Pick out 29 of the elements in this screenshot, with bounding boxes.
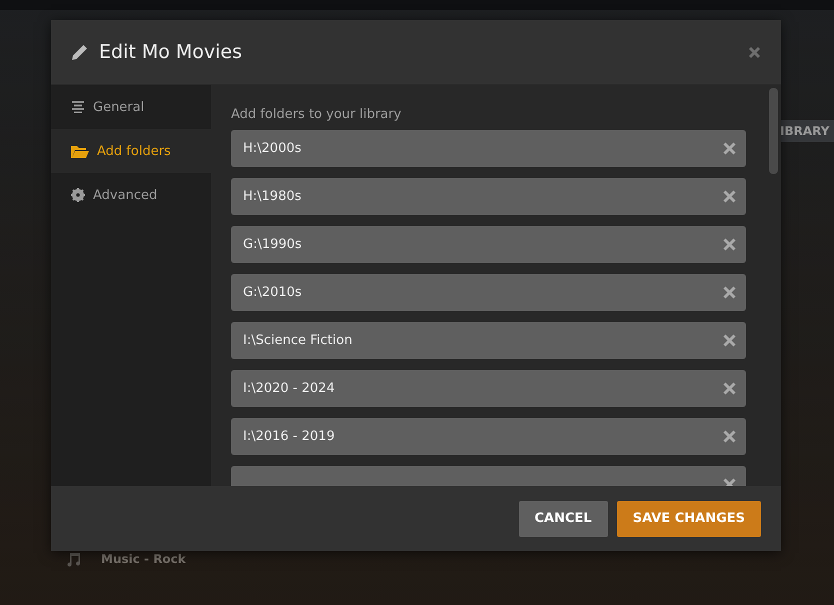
folder-path: G:\1990s	[243, 237, 302, 252]
library-item[interactable]: Music - Rock	[101, 552, 186, 566]
remove-icon[interactable]	[723, 190, 736, 203]
remove-icon[interactable]	[723, 142, 736, 155]
music-note-icon	[66, 551, 82, 567]
remove-icon[interactable]	[723, 238, 736, 251]
remove-icon[interactable]	[723, 382, 736, 395]
cancel-button[interactable]: CANCEL	[518, 500, 608, 536]
dialog-title: Edit Mo Movies	[99, 41, 242, 63]
remove-icon[interactable]	[723, 430, 736, 443]
folder-path: I:\2016 - 2019	[243, 429, 335, 444]
folder-icon	[71, 144, 89, 158]
pencil-icon	[71, 43, 89, 61]
sidebar-tab[interactable]: General	[51, 85, 211, 129]
gear-icon	[71, 188, 85, 202]
sidebar-tab[interactable]: Advanced	[51, 173, 211, 217]
close-icon[interactable]	[748, 46, 761, 58]
scrollbar-thumb[interactable]	[769, 88, 778, 174]
save-button[interactable]: SAVE CHANGES	[616, 500, 761, 536]
lines-icon	[71, 101, 85, 113]
folder-path: G:\2010s	[243, 285, 302, 300]
section-label: Add folders to your library	[231, 107, 402, 122]
folder-path: H:\1980s	[243, 189, 302, 204]
remove-icon[interactable]	[723, 286, 736, 299]
folder-path: I:\Science Fiction	[243, 333, 352, 348]
folder-path: H:\2000s	[243, 141, 302, 156]
remove-icon[interactable]	[723, 334, 736, 347]
folder-path: I:\2020 - 2024	[243, 381, 335, 396]
sidebar-tab[interactable]: Add folders	[51, 129, 211, 173]
